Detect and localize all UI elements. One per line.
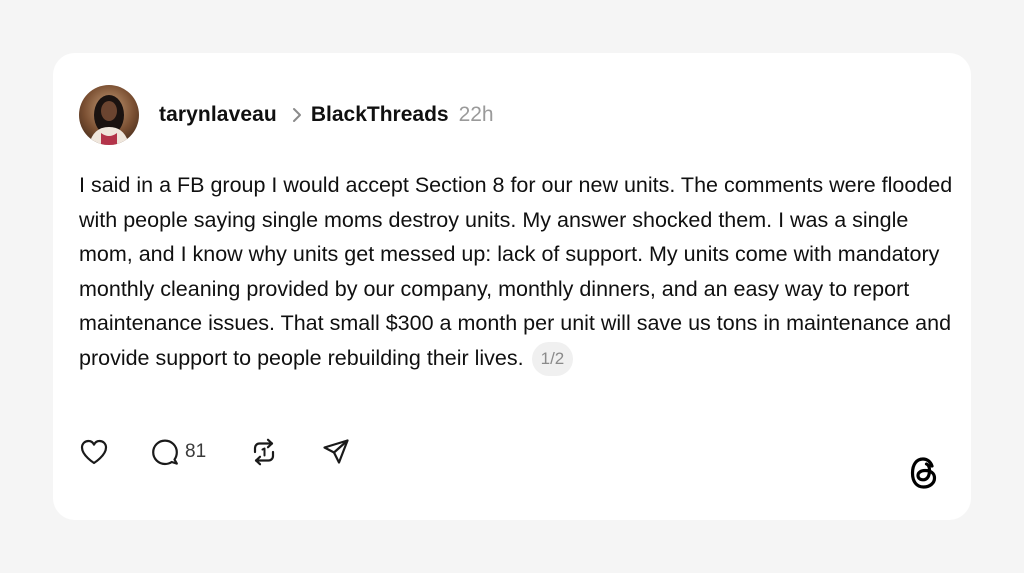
reply-count: 81	[185, 441, 207, 462]
post-time[interactable]: 22h	[459, 103, 494, 127]
action-bar: 81	[79, 435, 350, 469]
author-name[interactable]: tarynlaveau	[159, 103, 277, 127]
post-header: tarynlaveau BlackThreads 22h	[79, 84, 494, 146]
heart-icon	[79, 438, 109, 466]
reply-button[interactable]: 81	[151, 438, 206, 466]
post-card: tarynlaveau BlackThreads 22h I said in a…	[53, 53, 971, 520]
send-icon	[322, 438, 350, 466]
like-button[interactable]	[79, 438, 109, 466]
threads-logo[interactable]	[906, 453, 942, 493]
repost-icon	[250, 438, 278, 466]
post-text: I said in a FB group I would accept Sect…	[79, 173, 953, 370]
repost-button[interactable]	[250, 438, 278, 466]
page-indicator: 1/2	[531, 342, 574, 377]
post-body: I said in a FB group I would accept Sect…	[79, 168, 959, 377]
topic-name[interactable]: BlackThreads	[311, 103, 449, 127]
share-button[interactable]	[322, 438, 350, 466]
chevron-right-icon	[291, 107, 303, 123]
comment-icon	[151, 438, 179, 466]
avatar[interactable]	[79, 85, 139, 145]
